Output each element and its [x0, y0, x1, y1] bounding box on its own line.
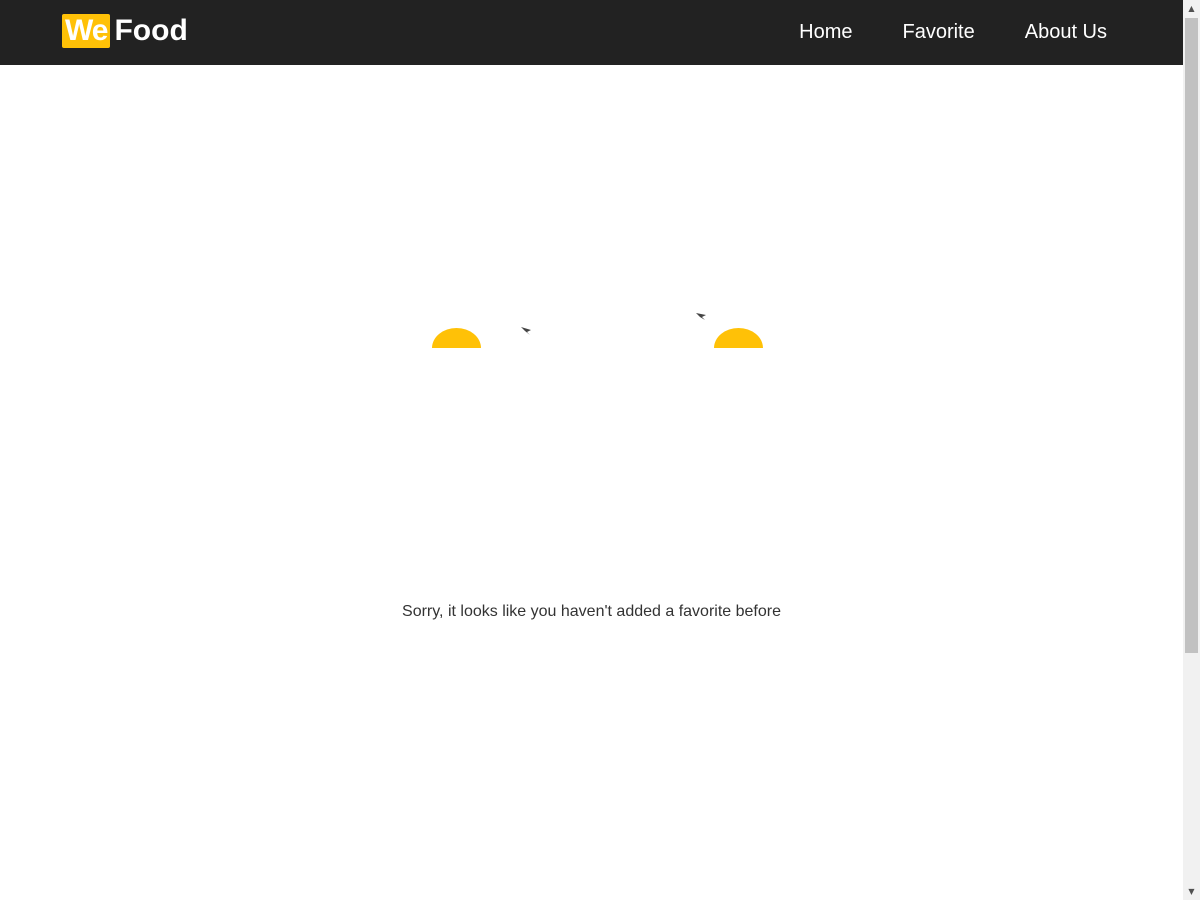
bird-icon [521, 327, 531, 335]
scrollbar-thumb[interactable] [1185, 18, 1198, 653]
scroll-up-arrow-icon[interactable]: ▲ [1183, 0, 1200, 17]
nav-home-link[interactable]: Home [799, 21, 852, 44]
logo-food-text: Food [114, 14, 188, 47]
logo[interactable]: We Food [62, 14, 188, 48]
navbar: We Food Home Favorite About Us [0, 0, 1183, 65]
nav-favorite-link[interactable]: Favorite [902, 21, 974, 44]
empty-state-illustration [290, 265, 810, 365]
sun-half-icon [714, 328, 763, 348]
logo-we-text: We [62, 14, 111, 48]
empty-favorites-message: Sorry, it looks like you haven't added a… [402, 603, 781, 620]
empty-state-illustration-svg [432, 313, 763, 348]
sun-half-icon [432, 328, 481, 348]
bird-icon [696, 313, 706, 320]
nav-links: Home Favorite About Us [749, 0, 1107, 65]
vertical-scrollbar[interactable]: ▲ ▼ [1183, 0, 1200, 900]
scroll-down-arrow-icon[interactable]: ▼ [1183, 883, 1200, 900]
nav-about-us-link[interactable]: About Us [1025, 21, 1107, 44]
